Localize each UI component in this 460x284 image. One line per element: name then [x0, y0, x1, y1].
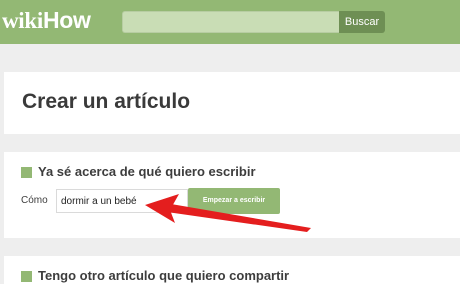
- site-header: wikiHow Buscar: [0, 0, 460, 44]
- share-section-heading: Tengo otro artículo que quiero compartir: [38, 268, 290, 283]
- write-section-card: Ya sé acerca de qué quiero escribir Cómo…: [4, 152, 460, 238]
- article-topic-input[interactable]: [56, 189, 188, 213]
- title-card: Crear un artículo: [4, 72, 460, 134]
- page: wikiHow Buscar Crear un artículo Ya sé a…: [0, 0, 460, 284]
- como-label: Cómo: [21, 195, 48, 206]
- page-title: Crear un artículo: [22, 90, 191, 113]
- search-button[interactable]: Buscar: [339, 11, 385, 33]
- share-section-card: Tengo otro artículo que quiero compartir: [4, 256, 460, 284]
- logo-how-text: How: [42, 7, 91, 33]
- wikihow-logo[interactable]: wikiHow: [2, 6, 91, 35]
- logo-wiki-text: wiki: [2, 8, 43, 33]
- write-section-heading: Ya sé acerca de qué quiero escribir: [38, 164, 256, 179]
- search-input[interactable]: [122, 11, 340, 33]
- start-writing-button[interactable]: Empezar a escribir: [188, 188, 280, 214]
- section-square-icon: [21, 167, 32, 178]
- section-square-icon: [21, 271, 32, 282]
